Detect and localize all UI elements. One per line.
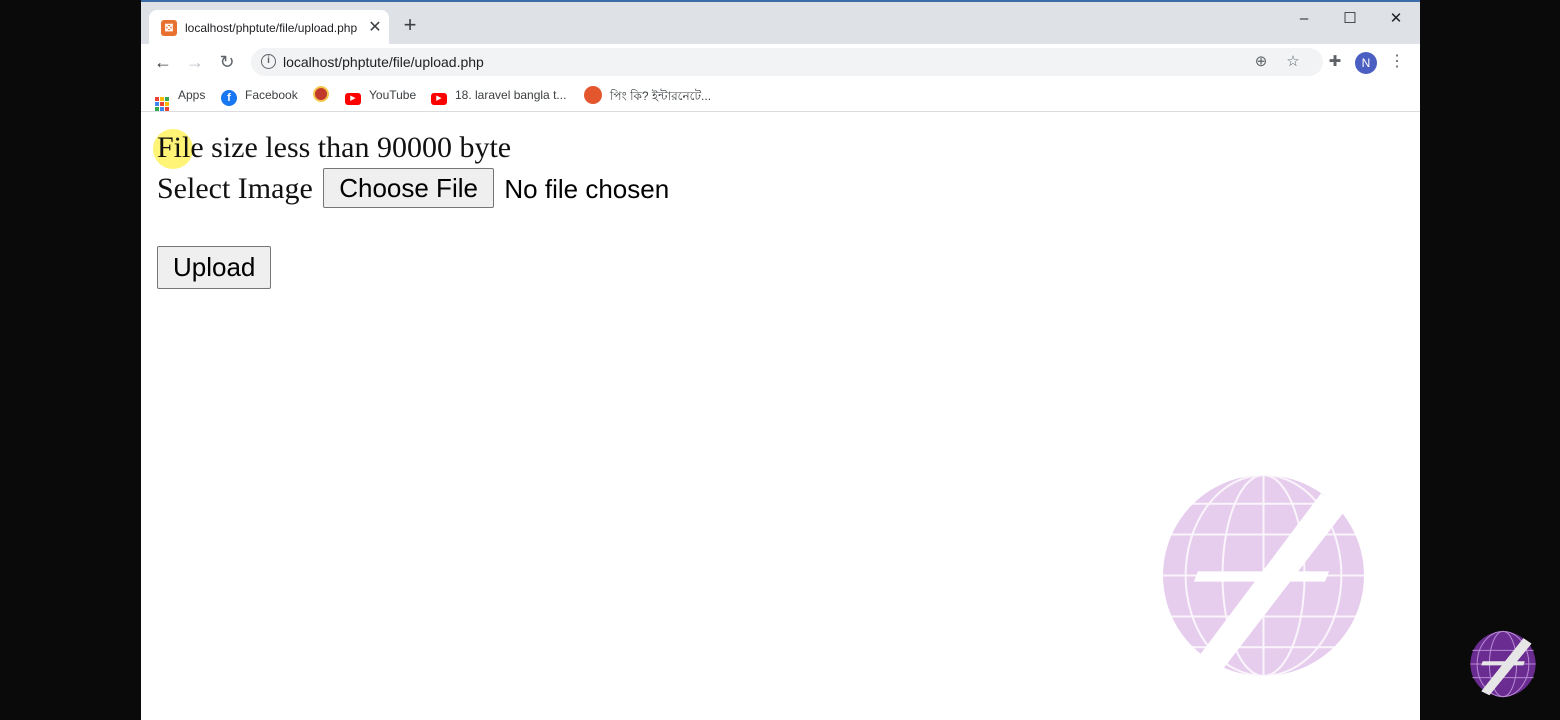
browser-tab[interactable]: ⊠ localhost/phptute/file/upload.php ✕ — [149, 10, 389, 46]
forward-icon[interactable]: → — [183, 50, 207, 74]
back-icon[interactable]: ← — [151, 50, 175, 74]
url-text[interactable]: localhost/phptute/file/upload.php — [283, 54, 484, 70]
bookmark-label: Apps — [178, 88, 206, 102]
upload-button[interactable]: Upload — [157, 246, 272, 289]
title-bar: ⊠ localhost/phptute/file/upload.php ✕ + … — [141, 0, 1420, 46]
bookmark-label: পিং কি? ইন্টারনেটে... — [610, 89, 712, 103]
file-select-row: Select Image Choose File No file chosen — [157, 167, 669, 211]
new-tab-button[interactable]: + — [399, 14, 421, 36]
zoom-icon[interactable]: ⊕ — [1251, 52, 1271, 72]
bookmark-label: Facebook — [245, 88, 298, 102]
bookmark-apps[interactable]: Apps — [155, 86, 206, 111]
close-tab-icon[interactable]: ✕ — [365, 18, 385, 38]
close-window-icon[interactable]: ✕ — [1373, 6, 1419, 32]
profile-avatar[interactable]: N — [1355, 52, 1377, 74]
site-info-icon[interactable]: i — [261, 54, 276, 69]
bookmarks-bar: Apps f Facebook ▶ YouTube ▶ 18. laravel ban… — [141, 80, 1420, 112]
minimize-icon[interactable]: – — [1281, 6, 1327, 32]
bookmark-laravel[interactable]: ▶ 18. laravel bangla t... — [431, 86, 567, 105]
xampp-icon: ⊠ — [161, 20, 177, 36]
bookmark-label: YouTube — [369, 88, 417, 102]
apps-grid-icon — [155, 97, 169, 111]
facebook-icon: f — [221, 90, 237, 106]
menu-icon[interactable]: ⋮ — [1387, 52, 1407, 72]
site-icon — [313, 86, 329, 102]
globe-watermark-icon — [1163, 474, 1364, 677]
address-bar[interactable]: i localhost/phptute/file/upload.php ⊕ ☆ — [251, 48, 1323, 76]
bookmark-facebook[interactable]: f Facebook — [221, 86, 298, 106]
channel-logo-icon — [1470, 630, 1536, 698]
bookmark-star-icon[interactable]: ☆ — [1283, 52, 1303, 72]
bookmark-label: 18. laravel bangla t... — [455, 88, 567, 102]
youtube-icon: ▶ — [431, 93, 447, 105]
bookmark-site[interactable] — [313, 86, 337, 104]
bookmark-youtube[interactable]: ▶ YouTube — [345, 86, 417, 105]
choose-file-button[interactable]: Choose File — [323, 168, 494, 208]
bookmark-ping[interactable]: পিং কি? ইন্টারনেটে... — [584, 86, 711, 104]
reload-icon[interactable]: ↻ — [215, 50, 239, 74]
no-file-chosen-text: No file chosen — [504, 174, 670, 204]
site-icon — [584, 86, 602, 104]
maximize-icon[interactable]: ☐ — [1327, 6, 1373, 32]
extensions-icon[interactable]: ✚ — [1325, 52, 1345, 72]
select-image-label: Select Image — [157, 172, 313, 205]
tab-title: localhost/phptute/file/upload.php — [185, 21, 358, 35]
youtube-icon: ▶ — [345, 93, 361, 105]
size-note: File size less than 90000 byte — [157, 131, 512, 164]
browser-toolbar: ← → ↻ i localhost/phptute/file/upload.ph… — [141, 44, 1420, 80]
